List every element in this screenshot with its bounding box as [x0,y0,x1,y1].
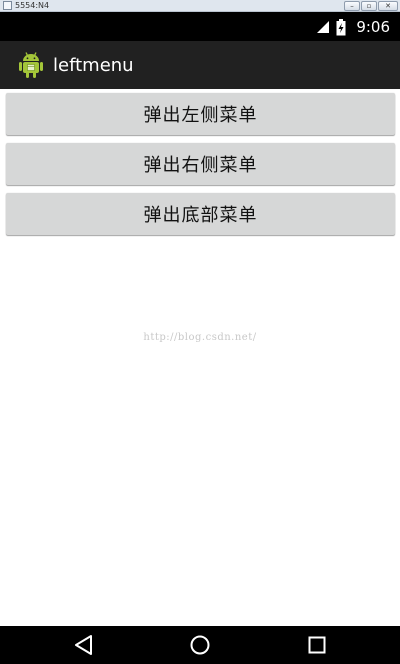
maximize-button[interactable]: ▫ [361,1,377,11]
watermark: http://blog.csdn.net/ [143,332,257,343]
show-right-menu-button[interactable]: 弹出右侧菜单 [6,143,395,185]
android-robot-icon [19,52,43,78]
signal-icon [317,21,330,33]
minimize-button[interactable]: – [344,1,360,11]
main-content: 弹出左侧菜单 弹出右侧菜单 弹出底部菜单 http://blog.csdn.ne… [0,89,400,626]
show-left-menu-button[interactable]: 弹出左侧菜单 [6,93,395,135]
close-window-button[interactable]: ✕ [378,1,398,11]
emulator-title-bar: 5554:N4 – ▫ ✕ [0,0,400,12]
app-title: leftmenu [53,54,134,76]
show-bottom-menu-button[interactable]: 弹出底部菜单 [6,193,395,235]
battery-icon [336,18,346,35]
status-icons: 9:06 [316,17,390,37]
recents-icon[interactable] [305,634,329,656]
emulator-window-title: 5554:N4 [15,0,50,10]
home-icon[interactable] [188,634,212,656]
emulator-window-icon [3,1,12,10]
navigation-bar [0,626,400,664]
back-icon[interactable] [72,634,96,656]
status-bar: 9:06 [0,12,400,41]
status-time: 9:06 [356,18,390,36]
action-bar: leftmenu [0,41,400,89]
window-controls: – ▫ ✕ [344,1,398,11]
